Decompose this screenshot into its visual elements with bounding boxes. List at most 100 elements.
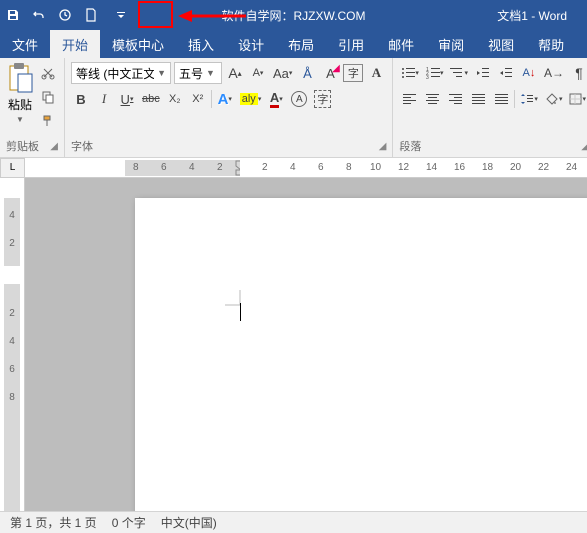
tab-selector[interactable]: L (0, 158, 25, 178)
show-marks-button[interactable]: ¶ (569, 62, 587, 84)
copy-button[interactable] (38, 86, 58, 108)
bullets-button[interactable]: ▾ (399, 62, 421, 84)
align-right-button[interactable] (445, 88, 465, 110)
ruler-tick: 2 (9, 238, 15, 249)
text-effects-button[interactable]: A▾ (215, 88, 235, 110)
horizontal-ruler[interactable]: L 8 6 4 2 2 4 6 8 10 12 14 16 18 20 22 2… (0, 158, 587, 178)
menu-mail[interactable]: 邮件 (376, 30, 426, 58)
enclose-button[interactable]: 字 (343, 64, 363, 82)
ruler-tick: 16 (454, 162, 465, 173)
menu-help[interactable]: 帮助 (526, 30, 576, 58)
highlight-button[interactable]: aly▾ (238, 88, 264, 110)
menu-insert[interactable]: 插入 (176, 30, 226, 58)
menu-reference[interactable]: 引用 (326, 30, 376, 58)
ruler-tick: 6 (318, 162, 324, 173)
title-bar: 软件自学网：RJZXW.COM 文档1 - Word (0, 0, 587, 30)
font-size-value: 五号 (179, 65, 203, 82)
cut-button[interactable] (38, 62, 58, 84)
menu-file[interactable]: 文件 (0, 30, 50, 58)
align-center-button[interactable] (422, 88, 442, 110)
ruler-tick: 4 (9, 210, 15, 221)
annotation-arrow-icon (178, 10, 248, 30)
chevron-down-icon: ▼ (206, 68, 215, 78)
ruler-tick: 22 (538, 162, 549, 173)
menu-template[interactable]: 模板中心 (100, 30, 176, 58)
menu-view[interactable]: 视图 (476, 30, 526, 58)
margin-crop-icon (225, 290, 241, 306)
status-language[interactable]: 中文(中国) (161, 514, 217, 531)
font-name-value: 等线 (中文正文) (76, 65, 154, 82)
vertical-ruler[interactable]: 4 2 2 4 6 8 (0, 178, 25, 511)
status-word-count[interactable]: 0 个字 (112, 514, 146, 531)
menu-design[interactable]: 设计 (226, 30, 276, 58)
shading-button[interactable]: ▾ (543, 88, 565, 110)
clipboard-launcher-icon[interactable]: ◢ (50, 141, 58, 152)
char-shading-button[interactable]: A (366, 62, 386, 84)
ruler-tick: 4 (189, 162, 195, 173)
paste-label: 粘贴 (8, 96, 32, 113)
char-border-button[interactable]: 字 (312, 88, 333, 110)
ruler-tick: 10 (370, 162, 381, 173)
line-spacing-button[interactable]: ▾ (518, 88, 540, 110)
menu-bar: 文件 开始 模板中心 插入 设计 布局 引用 邮件 审阅 视图 帮助 (0, 30, 587, 58)
paragraph-launcher-icon[interactable]: ◢ (581, 141, 587, 152)
multilevel-button[interactable]: ▾ (448, 62, 470, 84)
circled-char-button[interactable]: A (289, 88, 309, 110)
qat-customize-dropdown[interactable] (104, 0, 138, 30)
align-justify-button[interactable] (468, 88, 488, 110)
status-bar: 第 1 页，共 1 页 0 个字 中文(中国) (0, 511, 587, 533)
underline-button[interactable]: U▾ (117, 88, 137, 110)
format-painter-button[interactable] (38, 110, 58, 132)
clear-format-button[interactable]: A◢ (320, 62, 340, 84)
chevron-down-icon: ▼ (157, 68, 166, 78)
borders-button[interactable]: ▾ (567, 88, 587, 110)
ruler-tick: 4 (290, 162, 296, 173)
menu-home[interactable]: 开始 (50, 30, 100, 58)
chevron-down-icon: ▼ (16, 115, 24, 124)
sort-button[interactable]: A↓ (519, 62, 539, 84)
ruler-tick: 2 (9, 308, 15, 319)
ruler-tick: 24 (566, 162, 577, 173)
ribbon: 粘贴 ▼ 剪贴板◢ 等线 (中文正文)▼ 五号▼ A▴ A▾ Aa▾ Å A◢ … (0, 58, 587, 158)
align-left-button[interactable] (399, 88, 419, 110)
page[interactable] (135, 198, 587, 511)
ruler-tick: 14 (426, 162, 437, 173)
font-launcher-icon[interactable]: ◢ (379, 141, 387, 152)
menu-review[interactable]: 审阅 (426, 30, 476, 58)
ruler-v-zero (4, 266, 20, 284)
save-icon[interactable] (0, 0, 26, 30)
bold-button[interactable]: B (71, 88, 91, 110)
ruler-tick: 4 (9, 336, 15, 347)
increase-indent-button[interactable] (496, 62, 516, 84)
numbering-button[interactable]: 123▾ (424, 62, 446, 84)
phonetic-button[interactable]: Å (297, 62, 317, 84)
paste-button[interactable]: 粘贴 ▼ (6, 62, 34, 124)
strikethrough-button[interactable]: abc (140, 88, 162, 110)
group-clipboard: 粘贴 ▼ 剪贴板 ◢ (0, 58, 65, 157)
shrink-font-button[interactable]: A▾ (248, 62, 268, 84)
ruler-tick: 8 (9, 392, 15, 403)
font-color-button[interactable]: A▾ (266, 88, 286, 110)
menu-layout[interactable]: 布局 (276, 30, 326, 58)
font-name-combo[interactable]: 等线 (中文正文)▼ (71, 62, 171, 84)
grow-font-button[interactable]: A▴ (225, 62, 245, 84)
align-distributed-button[interactable] (491, 88, 511, 110)
ruler-margin-left: 8 6 4 2 (125, 160, 240, 176)
clipboard-group-label: 剪贴板 (6, 138, 39, 154)
subscript-button[interactable]: X₂ (165, 88, 185, 110)
ruler-tick: 20 (510, 162, 521, 173)
ltr-button[interactable]: A→ (542, 62, 566, 84)
decrease-indent-button[interactable] (473, 62, 493, 84)
status-page[interactable]: 第 1 页，共 1 页 (10, 514, 97, 531)
new-doc-icon[interactable] (78, 0, 104, 30)
font-size-combo[interactable]: 五号▼ (174, 62, 222, 84)
group-font: 等线 (中文正文)▼ 五号▼ A▴ A▾ Aa▾ Å A◢ 字 A B I U▾… (65, 58, 393, 157)
undo-icon[interactable] (26, 0, 52, 30)
change-case-button[interactable]: Aa▾ (271, 62, 294, 84)
document-area[interactable] (25, 178, 587, 511)
redo-icon[interactable] (52, 0, 78, 30)
italic-button[interactable]: I (94, 88, 114, 110)
document-title: 文档1 - Word (497, 7, 567, 24)
ruler-tick: 8 (346, 162, 352, 173)
superscript-button[interactable]: X² (188, 88, 208, 110)
